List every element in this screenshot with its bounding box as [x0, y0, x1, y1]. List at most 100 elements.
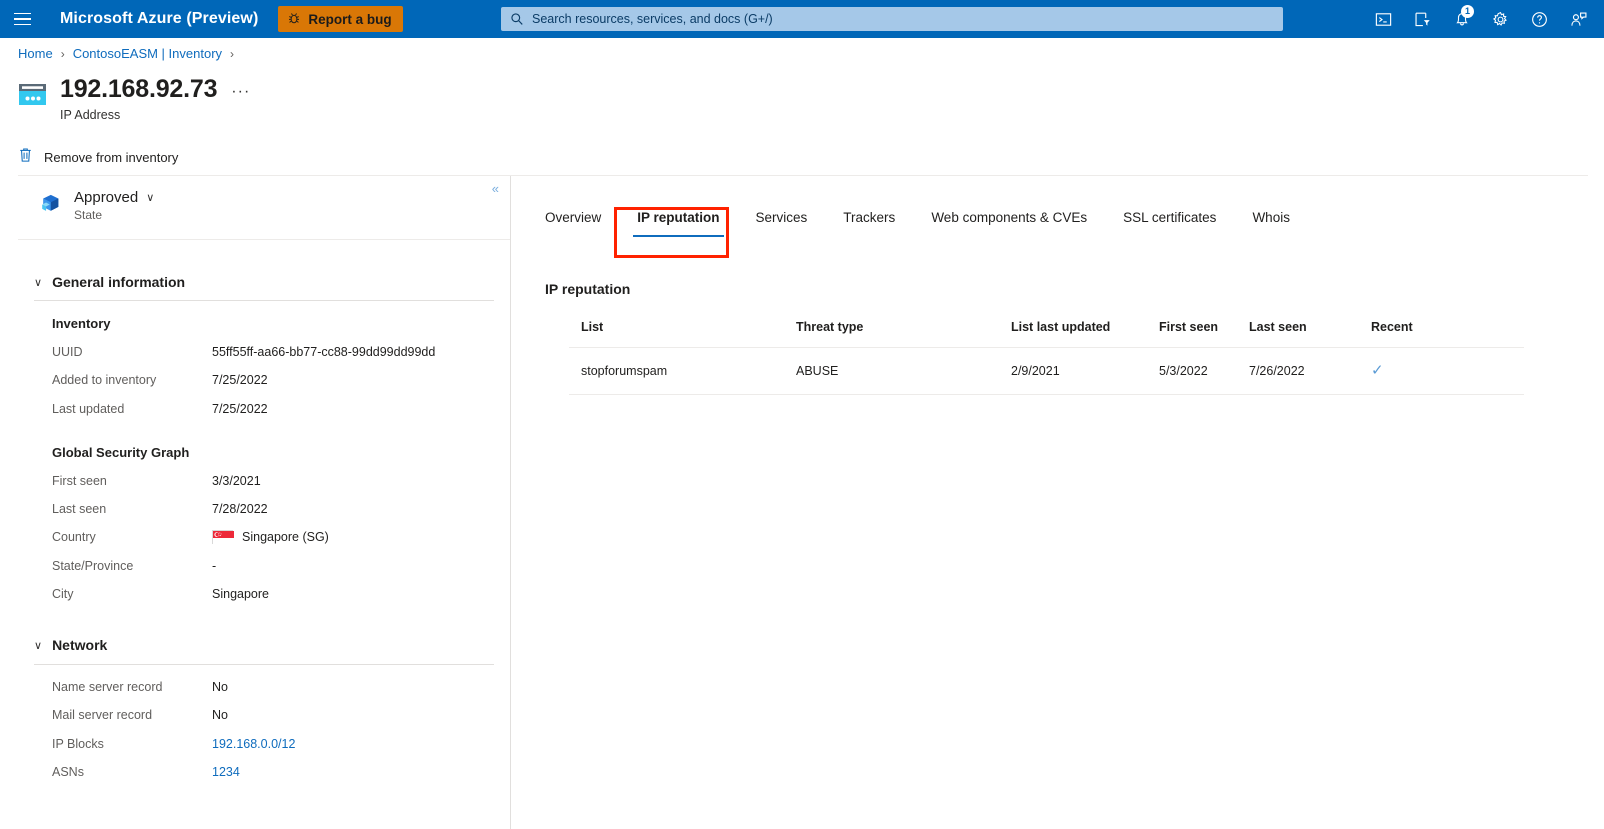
more-options-button[interactable]: ···	[231, 83, 250, 101]
cloud-shell-icon[interactable]	[1364, 0, 1403, 38]
column-header-first-seen[interactable]: First seen	[1147, 320, 1237, 348]
field-mail-server-record: Mail server record No	[52, 708, 502, 722]
tab-ssl-certificates[interactable]: SSL certificates	[1105, 210, 1234, 237]
country-name: Singapore (SG)	[242, 530, 329, 544]
column-header-list[interactable]: List	[569, 320, 784, 348]
field-label: Name server record	[52, 680, 163, 694]
remove-from-inventory-button[interactable]: Remove from inventory	[18, 144, 186, 170]
notifications-bell-icon[interactable]: 1	[1442, 0, 1481, 38]
field-label: UUID	[52, 345, 83, 359]
feedback-person-icon[interactable]	[1559, 0, 1598, 38]
cube-icon	[40, 192, 62, 214]
global-search-input[interactable]: Search resources, services, and docs (G+…	[501, 7, 1283, 31]
table-row[interactable]: stopforumspam ABUSE 2/9/2021 5/3/2022 7/…	[569, 347, 1524, 395]
resource-header: 192.168.92.73 ··· IP Address	[18, 75, 250, 122]
collapse-chevrons-icon[interactable]: «	[492, 182, 499, 195]
chevron-down-icon: ∨	[34, 276, 43, 289]
tab-web-components-and-cves[interactable]: Web components & CVEs	[913, 210, 1105, 237]
search-icon	[510, 12, 524, 26]
field-label: Mail server record	[52, 708, 153, 722]
breadcrumb-item-home[interactable]: Home	[18, 46, 53, 61]
section-divider	[34, 300, 494, 301]
field-ip-blocks: IP Blocks 192.168.0.0/12	[52, 737, 502, 751]
state-value: Approved	[74, 189, 139, 206]
chevron-down-icon: ∨	[34, 639, 43, 652]
breadcrumb: Home › ContosoEASM | Inventory ›	[18, 46, 234, 61]
resource-type-subtitle: IP Address	[60, 107, 121, 122]
field-label: State/Province	[52, 559, 134, 573]
state-label: State	[74, 208, 103, 222]
details-left-panel: « Approved ∨ State ∨ General information…	[0, 176, 510, 829]
breadcrumb-item-inventory[interactable]: ContosoEASM | Inventory	[73, 46, 222, 61]
azure-brand-title[interactable]: Microsoft Azure (Preview)	[60, 10, 258, 28]
table-header-row: List Threat type List last updated First…	[569, 320, 1524, 348]
field-last-updated: Last updated 7/25/2022	[52, 402, 502, 416]
report-a-bug-button[interactable]: Report a bug	[278, 6, 403, 32]
detail-tab-bar: Overview IP reputation Services Trackers…	[545, 210, 1308, 237]
tab-services[interactable]: Services	[738, 210, 826, 237]
tab-label: IP reputation	[637, 210, 720, 225]
section-general-information[interactable]: ∨ General information	[34, 274, 185, 290]
panel-divider	[18, 239, 510, 240]
notification-count-badge: 1	[1461, 5, 1474, 18]
section-title: General information	[52, 274, 186, 290]
directory-filter-icon[interactable]	[1403, 0, 1442, 38]
field-label: ASNs	[52, 765, 84, 779]
tab-label: Services	[755, 210, 808, 225]
field-state-province: State/Province -	[52, 559, 502, 573]
tab-label: Trackers	[843, 210, 896, 225]
ip-address-icon	[18, 82, 48, 108]
field-value: 7/28/2022	[212, 502, 268, 516]
global-search-placeholder: Search resources, services, and docs (G+…	[532, 12, 773, 26]
cell-last-seen: 7/26/2022	[1237, 347, 1359, 395]
help-question-icon[interactable]	[1520, 0, 1559, 38]
section-divider	[34, 664, 494, 665]
field-city: City Singapore	[52, 587, 502, 601]
hamburger-menu-icon[interactable]	[0, 0, 44, 38]
field-label: Last seen	[52, 502, 107, 516]
tab-ip-reputation[interactable]: IP reputation	[619, 210, 737, 237]
field-last-seen: Last seen 7/28/2022	[52, 502, 502, 516]
report-a-bug-label: Report a bug	[308, 11, 392, 27]
column-header-last-seen[interactable]: Last seen	[1237, 320, 1359, 348]
section-network[interactable]: ∨ Network	[34, 637, 107, 653]
tab-label: SSL certificates	[1123, 210, 1217, 225]
field-asns: ASNs 1234	[52, 765, 502, 779]
field-value: 7/25/2022	[212, 373, 268, 387]
cell-list: stopforumspam	[569, 347, 784, 395]
singapore-flag-icon	[212, 530, 234, 545]
command-bar: Remove from inventory	[18, 144, 186, 170]
tab-label: Whois	[1252, 210, 1290, 225]
tab-label: Web components & CVEs	[931, 210, 1088, 225]
top-navigation-bar: Microsoft Azure (Preview) Report a bug S…	[0, 0, 1604, 38]
field-country: Country Singapore (SG)	[52, 530, 502, 545]
bug-icon	[287, 11, 301, 27]
tab-trackers[interactable]: Trackers	[825, 210, 913, 237]
group-heading-global-security-graph: Global Security Graph	[52, 445, 190, 460]
chevron-down-icon[interactable]: ∨	[146, 191, 154, 204]
state-field: Approved ∨ State	[40, 189, 154, 222]
column-header-list-last-updated[interactable]: List last updated	[999, 320, 1147, 348]
ip-blocks-link[interactable]: 192.168.0.0/12	[212, 737, 295, 751]
field-value: 55ff55ff-aa66-bb77-cc88-99dd99dd99dd	[212, 345, 436, 359]
field-value: No	[212, 680, 228, 694]
tab-overview[interactable]: Overview	[545, 210, 619, 237]
page-title: 192.168.92.73	[60, 75, 218, 103]
remove-from-inventory-label: Remove from inventory	[44, 149, 179, 165]
field-label: Added to inventory	[52, 373, 157, 387]
breadcrumb-separator-icon: ›	[230, 46, 235, 61]
column-header-threat-type[interactable]: Threat type	[784, 320, 999, 348]
cell-threat-type: ABUSE	[784, 347, 999, 395]
field-uuid: UUID 55ff55ff-aa66-bb77-cc88-99dd99dd99d…	[52, 345, 502, 359]
field-label: First seen	[52, 474, 107, 488]
tab-whois[interactable]: Whois	[1234, 210, 1308, 237]
column-header-recent[interactable]: Recent	[1359, 320, 1524, 348]
field-value-wrapper: Singapore (SG)	[212, 530, 329, 545]
checkmark-icon: ✓	[1371, 362, 1384, 379]
asns-link[interactable]: 1234	[212, 765, 240, 779]
ip-reputation-table: List Threat type List last updated First…	[569, 320, 1524, 395]
section-title: Network	[52, 637, 108, 653]
settings-gear-icon[interactable]	[1481, 0, 1520, 38]
cell-first-seen: 5/3/2022	[1147, 347, 1237, 395]
field-first-seen: First seen 3/3/2021	[52, 474, 502, 488]
